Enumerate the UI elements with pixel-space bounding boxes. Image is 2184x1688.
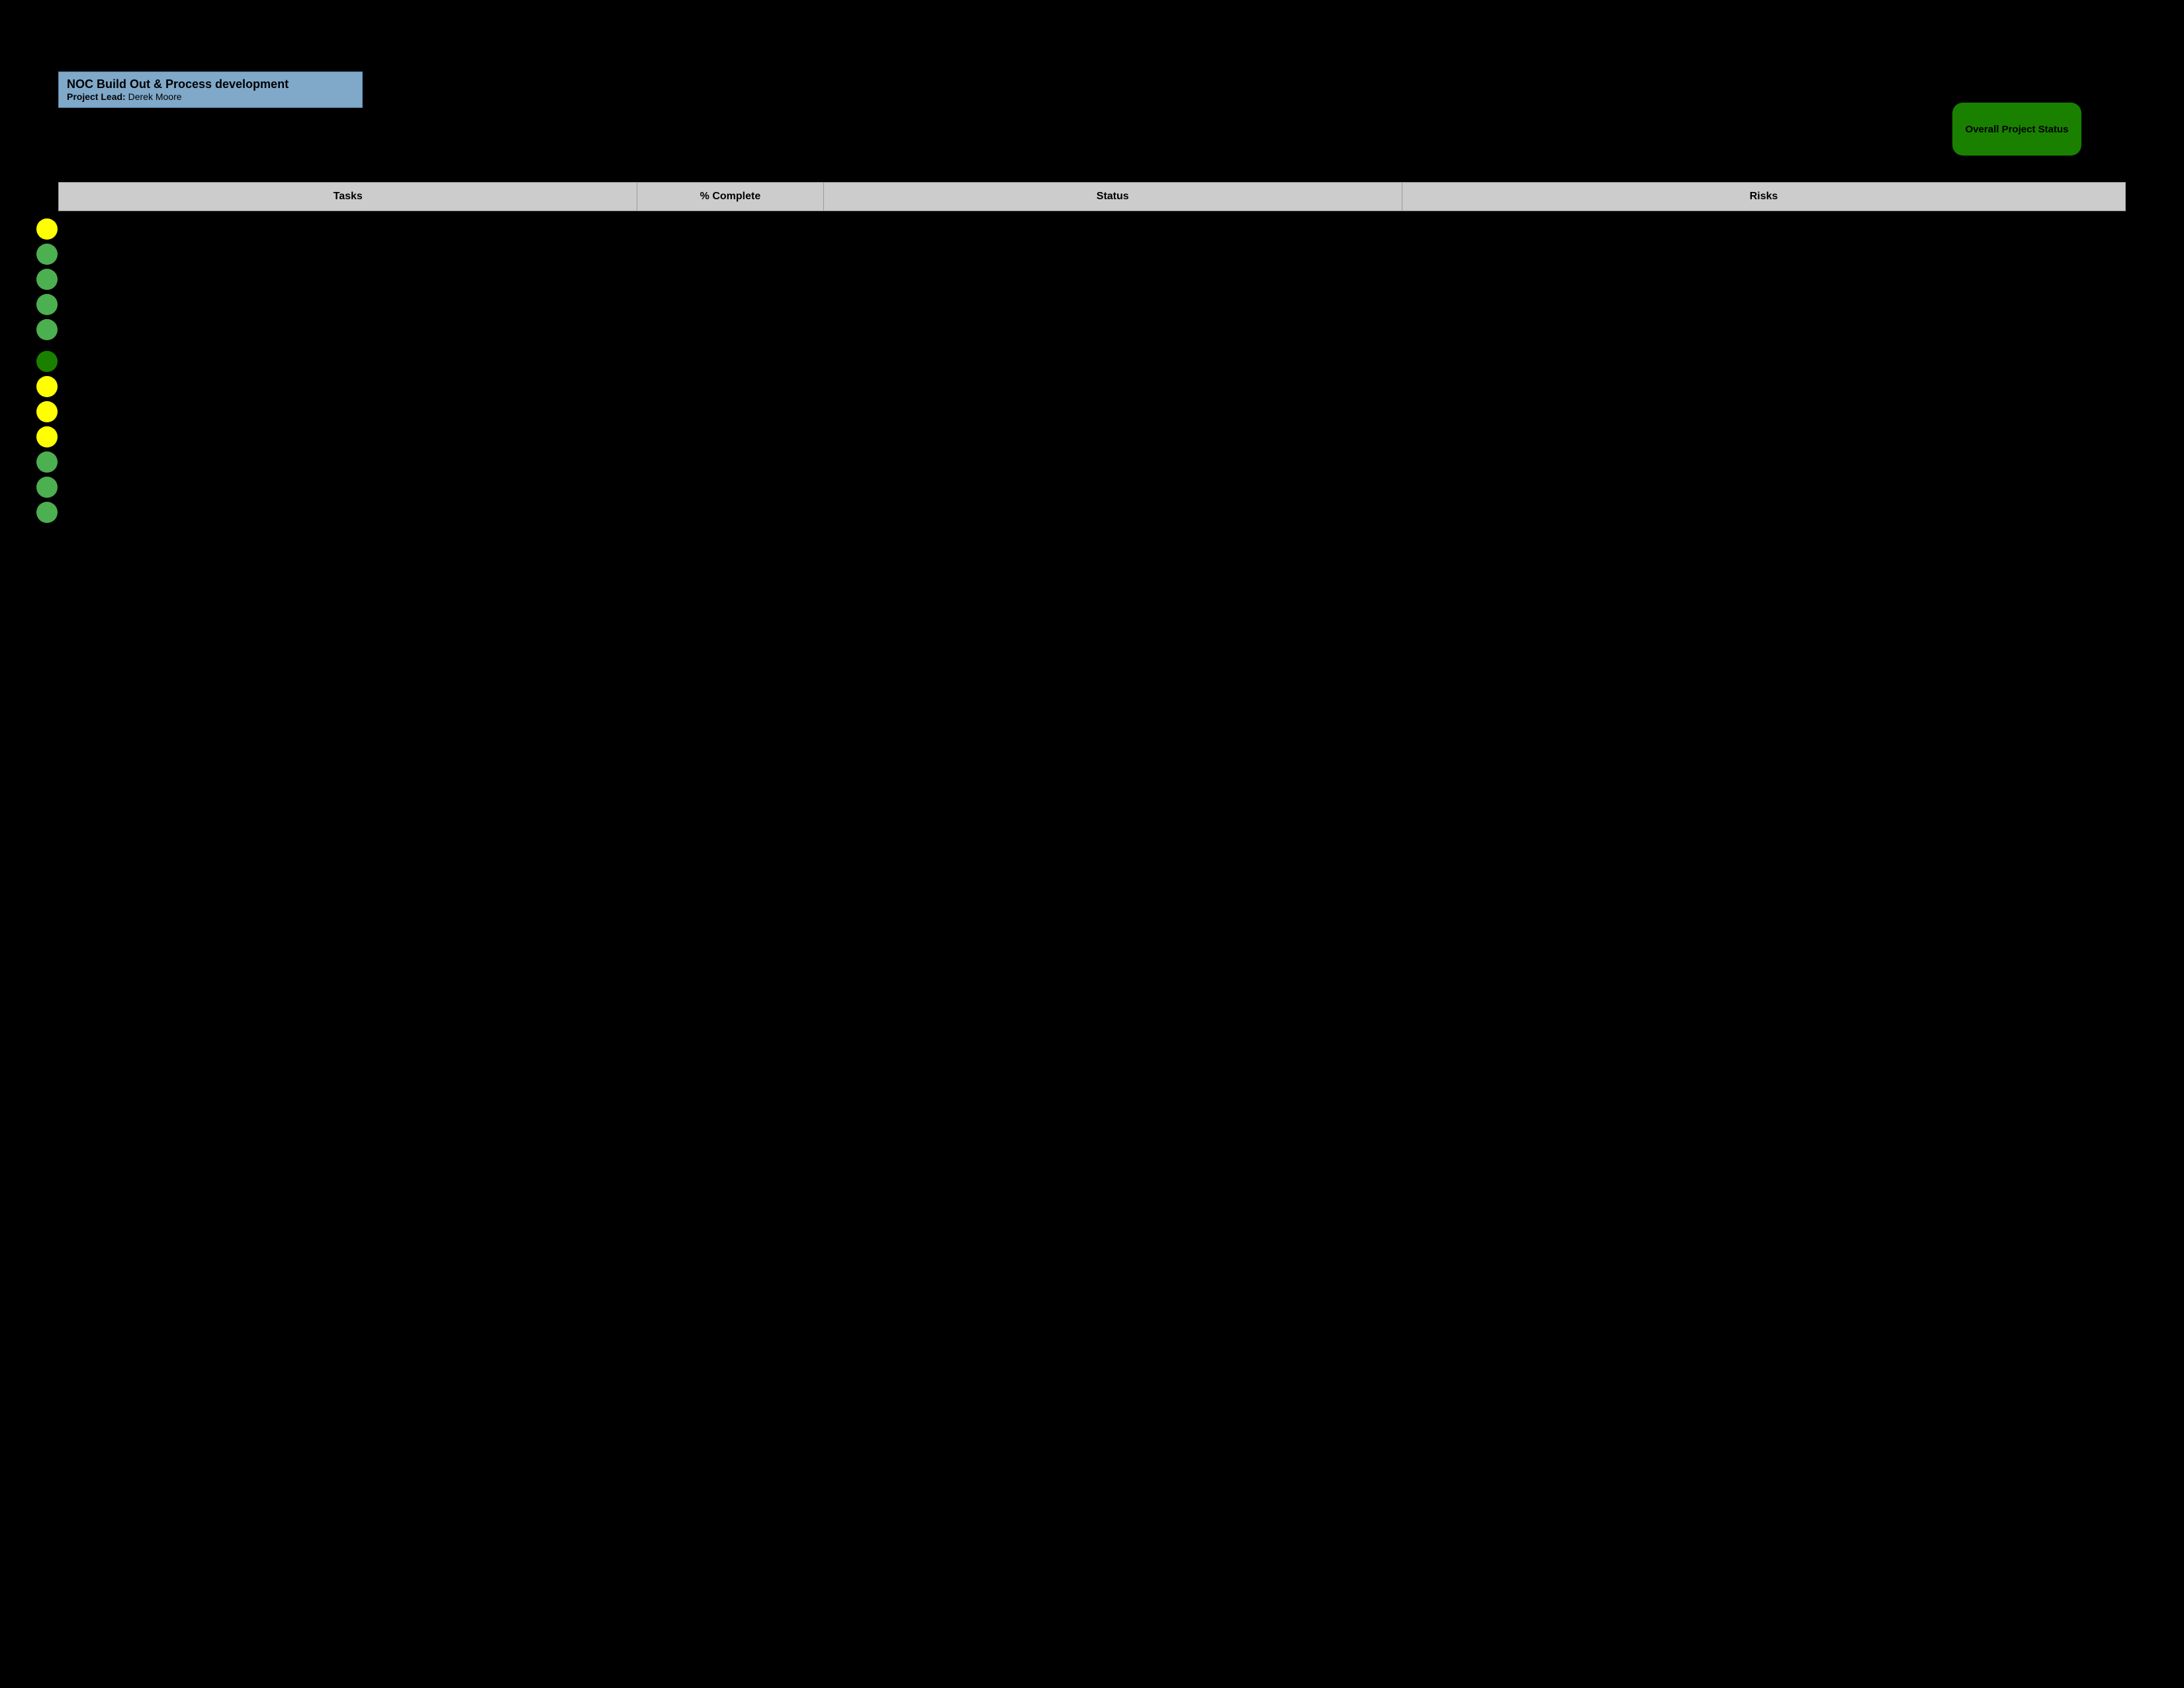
status-dot-yellow — [36, 401, 58, 422]
status-dot-yellow — [36, 218, 58, 240]
list-item — [36, 319, 58, 340]
col-header-tasks: Tasks — [59, 183, 637, 211]
status-dot-green-light — [36, 244, 58, 265]
main-table-container: Tasks % Complete Status Risks — [58, 182, 2126, 244]
project-lead: Project Lead: Derek Moore — [67, 91, 354, 102]
list-item — [36, 269, 58, 290]
overall-project-status-label: Overall Project Status — [1966, 124, 2069, 135]
status-dot-green-light — [36, 502, 58, 523]
project-lead-name: Derek Moore — [128, 91, 182, 102]
list-item — [36, 376, 58, 397]
list-item — [36, 426, 58, 447]
status-dot-green-dark — [36, 351, 58, 372]
list-item — [36, 218, 58, 240]
col-header-risks: Risks — [1402, 183, 2125, 211]
list-item — [36, 502, 58, 523]
status-dot-green-light — [36, 477, 58, 498]
status-indicators-area — [36, 218, 58, 523]
project-title: NOC Build Out & Process development — [67, 77, 354, 91]
col-header-status: Status — [823, 183, 1402, 211]
status-dot-green-light — [36, 294, 58, 315]
list-item — [36, 451, 58, 473]
overall-project-status-button[interactable]: Overall Project Status — [1952, 103, 2081, 156]
project-header: NOC Build Out & Process development Proj… — [58, 71, 363, 108]
table-row — [59, 211, 2126, 244]
list-item — [36, 244, 58, 265]
list-item — [36, 477, 58, 498]
list-item — [36, 351, 58, 372]
status-dot-green-light — [36, 451, 58, 473]
list-item — [36, 401, 58, 422]
status-dot-green-light — [36, 269, 58, 290]
project-lead-label: Project Lead: — [67, 91, 126, 102]
table-header-row: Tasks % Complete Status Risks — [59, 183, 2126, 211]
status-dot-green-light — [36, 319, 58, 340]
status-dot-yellow — [36, 426, 58, 447]
col-header-complete: % Complete — [637, 183, 823, 211]
list-item — [36, 294, 58, 315]
status-dot-yellow — [36, 376, 58, 397]
tasks-table: Tasks % Complete Status Risks — [58, 182, 2126, 244]
